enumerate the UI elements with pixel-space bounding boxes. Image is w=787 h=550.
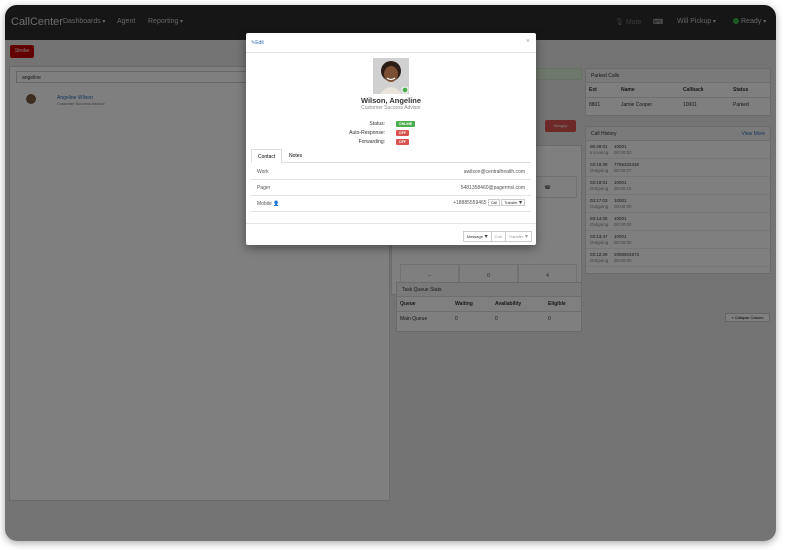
mobile-call-button[interactable]: Call bbox=[487, 199, 501, 206]
contact-name: Wilson, Angeline bbox=[360, 96, 422, 105]
tab-contact[interactable]: Contact bbox=[251, 149, 283, 163]
contact-row-pager: Pager 5481358460@pagermsi.com bbox=[251, 180, 531, 196]
contact-value[interactable]: 5481358460@pagermsi.com bbox=[461, 185, 525, 191]
forwarding-badge: OFF bbox=[396, 139, 409, 145]
contact-title: Customer Success Advisor bbox=[361, 105, 421, 111]
contact-value[interactable]: +18885559465 bbox=[453, 200, 487, 206]
person-icon: 👤 bbox=[273, 201, 280, 207]
contact-row-work: Work awilson@centralhealth.com bbox=[251, 164, 531, 180]
edit-button[interactable]: ✎Edit bbox=[251, 40, 264, 46]
contact-value-wrap: +18885559465 Call Transfer bbox=[453, 199, 525, 206]
modal-header: ✎Edit × bbox=[246, 33, 536, 53]
edit-label: Edit bbox=[255, 40, 264, 46]
close-icon[interactable]: × bbox=[526, 38, 530, 45]
call-button[interactable]: Call bbox=[490, 231, 506, 242]
contact-label: Mobile bbox=[257, 201, 272, 207]
autoresponse-label: Auto-Response: bbox=[349, 130, 385, 136]
avatar bbox=[373, 58, 409, 94]
forwarding-label: Forwarding: bbox=[358, 139, 385, 145]
modal-tabs: Contact Notes bbox=[251, 149, 531, 163]
autoresponse-badge: OFF bbox=[396, 130, 409, 136]
contact-label: Pager bbox=[257, 185, 271, 191]
footer-buttons: Message Call Transfer bbox=[462, 231, 532, 242]
contact-row-mobile: Mobile 👤 +18885559465 Call Transfer bbox=[251, 196, 531, 212]
transfer-button[interactable]: Transfer bbox=[504, 231, 532, 242]
status-badge: ONLINE bbox=[396, 121, 416, 127]
tab-notes[interactable]: Notes bbox=[283, 149, 308, 163]
status-label: Status: bbox=[369, 121, 385, 127]
contact-value[interactable]: awilson@centralhealth.com bbox=[464, 169, 525, 175]
message-button[interactable]: Message bbox=[462, 231, 492, 242]
contact-label: Work bbox=[257, 169, 269, 175]
modal-footer: Message Call Transfer bbox=[246, 223, 536, 245]
app-window: CallCenter Dashboards Agent Reporting 🎙 … bbox=[5, 5, 776, 541]
mobile-transfer-button[interactable]: Transfer bbox=[501, 199, 525, 206]
contact-modal: ✎Edit × Wilson, Angeline Customer Succes… bbox=[246, 33, 536, 245]
contact-label-wrap: Mobile 👤 bbox=[257, 201, 279, 207]
